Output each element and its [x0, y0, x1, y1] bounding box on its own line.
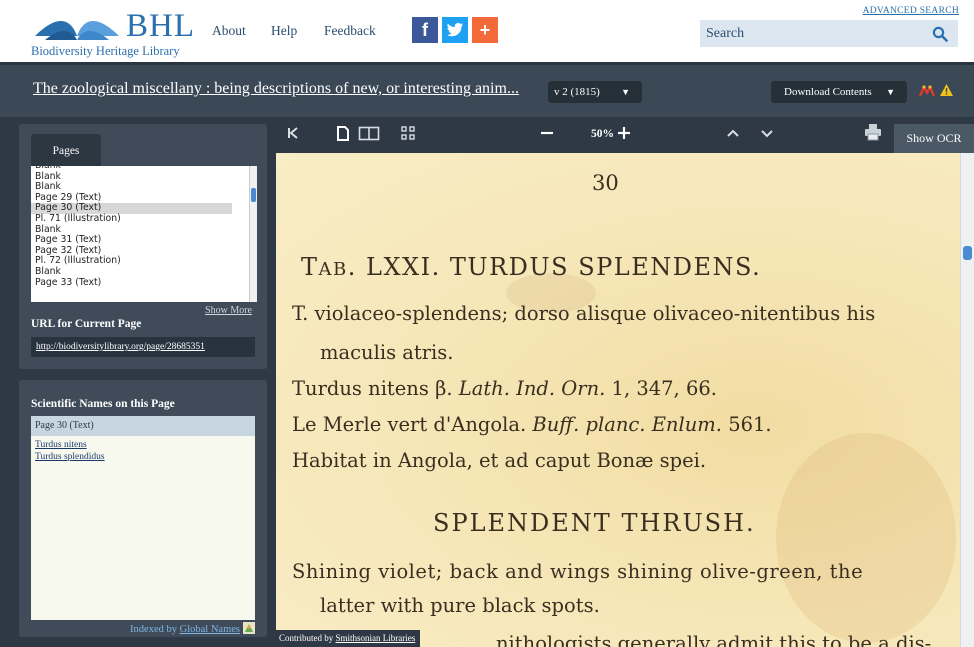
book-title-bar: The zoological miscellany : being descri…	[0, 62, 974, 117]
text-line: Turdus nitens β. Lath. Ind. Orn. 1, 347,…	[292, 377, 717, 400]
warning-icon[interactable]	[939, 83, 954, 97]
pages-panel: Pages BlankBlankBlankPage 29 (Text)Page …	[19, 124, 267, 369]
text-line: Le Merle vert d'Angola. Buff. planc. Enl…	[292, 413, 772, 436]
scientific-names-title: Scientific Names on this Page	[31, 398, 175, 410]
names-page-label: Page 30 (Text)	[31, 416, 255, 436]
top-header: BHL Biodiversity Heritage Library About …	[0, 0, 974, 62]
plate-heading: TAB. LXXI. TURDUS SPLENDENS.	[301, 253, 761, 281]
viewer-scrollbar[interactable]	[960, 153, 974, 647]
scientific-names-box: Page 30 (Text) Turdus nitens Turdus sple…	[31, 416, 255, 620]
page-list-scrollbar[interactable]	[249, 166, 257, 302]
scientific-names-panel: Scientific Names on this Page Page 30 (T…	[19, 380, 267, 637]
facebook-icon[interactable]: f	[412, 17, 438, 43]
caret-down-icon: ▼	[621, 87, 630, 97]
zoom-out-icon[interactable]	[540, 125, 554, 141]
download-contents-button[interactable]: Download Contents ▼	[771, 81, 907, 103]
scientific-name-link[interactable]: Turdus nitens	[31, 440, 255, 452]
common-name-heading: SPLENDENT THRUSH.	[433, 509, 756, 537]
scroll-thumb[interactable]	[963, 246, 972, 260]
nav-about[interactable]: About	[212, 23, 246, 39]
text-line: latter with pure black spots.	[320, 594, 600, 617]
text-line: nithologists generally admit this to be …	[496, 632, 932, 647]
scroll-thumb[interactable]	[251, 188, 256, 202]
citation-italic: Buff. planc. Enlum.	[532, 413, 722, 436]
download-label: Download Contents	[784, 86, 872, 98]
text-line: T. violaceo-splendens; dorso alisque oli…	[292, 302, 876, 325]
contributor-link[interactable]: Smithsonian Libraries	[336, 633, 416, 643]
synonym-name: Turdus nitens β.	[292, 377, 453, 400]
current-page-url[interactable]: http://biodiversitylibrary.org/page/2868…	[31, 337, 255, 357]
volume-label: v 2 (1815)	[554, 86, 600, 98]
single-page-icon[interactable]	[336, 125, 350, 142]
book-logo-icon	[35, 20, 119, 40]
text-line: maculis atris.	[320, 341, 454, 364]
synonym-name: Le Merle vert d'Angola.	[292, 413, 527, 436]
url-label: URL for Current Page	[31, 318, 142, 330]
two-page-icon[interactable]	[358, 125, 380, 142]
tab-pages[interactable]: Pages	[31, 134, 101, 166]
search-input[interactable]	[700, 20, 922, 47]
show-ocr-button[interactable]: Show OCR	[894, 124, 974, 153]
first-page-icon[interactable]	[286, 125, 300, 141]
page-list-item[interactable]: Blank	[31, 171, 232, 183]
page-list[interactable]: BlankBlankBlankPage 29 (Text)Page 30 (Te…	[31, 166, 257, 302]
book-title[interactable]: The zoological miscellany : being descri…	[33, 80, 519, 98]
citation-ref: 561.	[728, 413, 772, 436]
indexed-by-label: Indexed by	[130, 624, 177, 635]
next-page-icon[interactable]	[760, 125, 774, 141]
citation-ref: 1, 347, 66.	[611, 377, 717, 400]
altmetric-icon[interactable]	[919, 84, 935, 97]
logo-text: BHL	[126, 8, 195, 44]
page-list-item[interactable]: Pl. 71 (Illustration)	[31, 213, 232, 225]
global-names-icon	[243, 622, 255, 634]
page-list-item[interactable]: Page 33 (Text)	[31, 277, 232, 289]
share-plus-icon[interactable]: +	[472, 17, 498, 43]
contributed-label: Contributed by	[279, 633, 334, 643]
search-box	[700, 20, 958, 47]
plate-heading-rest: . LXXI. TURDUS SPLENDENS.	[347, 253, 762, 281]
volume-select[interactable]: v 2 (1815) ▼	[548, 81, 642, 103]
prev-page-icon[interactable]	[726, 125, 740, 141]
nav-help[interactable]: Help	[271, 23, 297, 39]
page-list-item[interactable]: Blank	[31, 266, 232, 278]
twitter-icon[interactable]	[442, 17, 468, 43]
zoom-in-icon[interactable]	[617, 125, 631, 141]
print-icon[interactable]	[864, 123, 882, 141]
magnifier-icon	[932, 26, 948, 42]
advanced-search-link[interactable]: ADVANCED SEARCH	[863, 6, 959, 16]
page-number: 30	[592, 171, 619, 195]
contributed-by-note: Contributed by Smithsonian Libraries	[276, 630, 421, 647]
logo-subtitle: Biodiversity Heritage Library	[31, 44, 180, 58]
search-button[interactable]	[922, 20, 958, 47]
global-names-link[interactable]: Global Names	[180, 624, 240, 635]
text-line: Habitat in Angola, et ad caput Bonæ spei…	[292, 449, 707, 472]
scientific-name-link[interactable]: Turdus splendidus	[31, 452, 255, 464]
nav-feedback[interactable]: Feedback	[324, 23, 376, 39]
citation-italic: Lath. Ind. Orn.	[458, 377, 606, 400]
bhl-logo[interactable]: BHL Biodiversity Heritage Library	[31, 6, 196, 58]
paper-stain	[776, 433, 956, 643]
page-list-item[interactable]: Pl. 72 (Illustration)	[31, 256, 232, 267]
caret-down-icon: ▼	[886, 87, 895, 97]
grid-view-icon[interactable]	[400, 125, 416, 141]
zoom-level: 50%	[591, 128, 614, 140]
indexed-by-note: Indexed by Global Names	[130, 622, 255, 635]
plate-heading-smallcaps: AB	[318, 259, 348, 280]
plate-heading-initial: T	[301, 253, 319, 281]
page-image[interactable]: 30 TAB. LXXI. TURDUS SPLENDENS. T. viola…	[276, 153, 960, 647]
show-more-link[interactable]: Show More	[205, 305, 252, 316]
viewer-toolbar: 50% Show OCR	[276, 117, 974, 153]
text-line: Shining violet; back and wings shining o…	[292, 560, 864, 583]
